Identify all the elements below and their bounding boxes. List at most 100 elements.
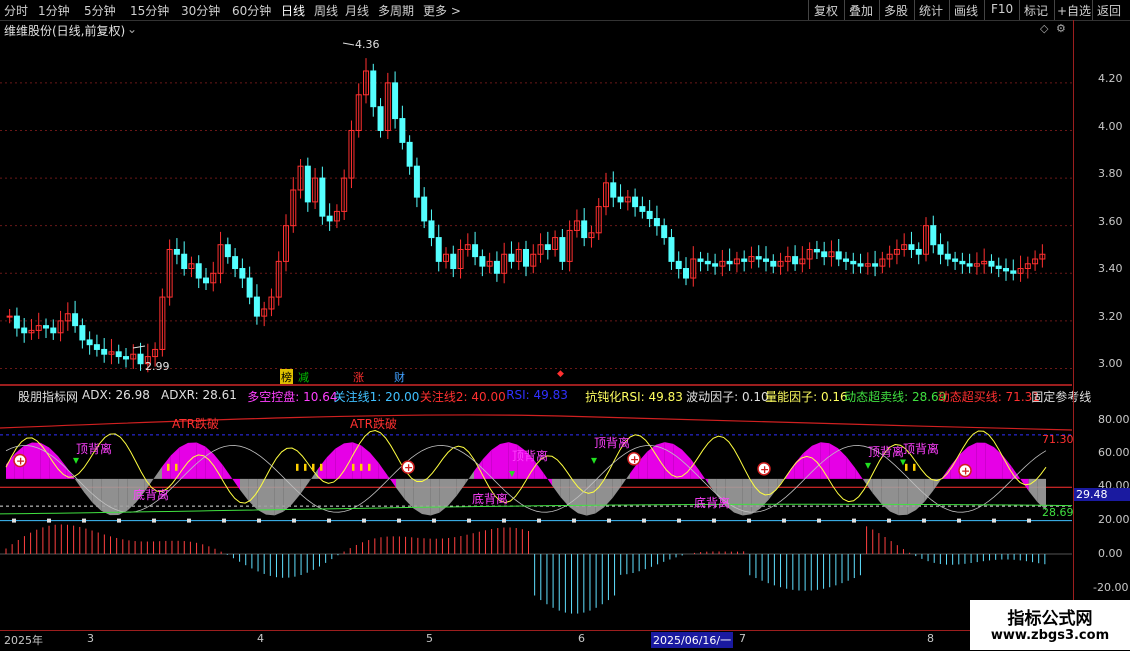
candle-body xyxy=(377,106,384,131)
signal-square xyxy=(187,518,191,523)
candle-body xyxy=(770,260,777,267)
candle-body xyxy=(908,244,915,250)
oscillation-area xyxy=(430,478,440,516)
candle-body xyxy=(915,248,922,255)
multi-stock-button[interactable]: 多股 xyxy=(884,2,908,19)
candle-body xyxy=(181,253,188,270)
candle-body xyxy=(428,220,435,239)
oscillation-area xyxy=(552,478,561,498)
signal-square xyxy=(572,518,576,523)
candle-body xyxy=(617,196,624,203)
bottom-divergence-label: 底背离 xyxy=(694,496,731,510)
oscillation-area xyxy=(283,478,292,512)
candle-body xyxy=(479,256,486,267)
candle-body xyxy=(326,215,333,222)
price-axis[interactable] xyxy=(1073,20,1130,630)
signal-square xyxy=(607,518,611,523)
low-pointer xyxy=(132,345,146,349)
candle-body xyxy=(86,339,93,346)
candle-body xyxy=(581,220,588,239)
ind-y-tick: 60.00 xyxy=(1098,446,1130,459)
oscillation-area xyxy=(812,442,821,479)
candle-body xyxy=(821,251,828,258)
oscillation-area xyxy=(240,478,249,502)
f10-button[interactable]: F10 xyxy=(991,2,1013,16)
tab-more[interactable]: 更多 > xyxy=(423,2,461,19)
current-value-badge: 29.48 xyxy=(1074,488,1130,501)
tab-15min[interactable]: 15分钟 xyxy=(130,2,169,19)
tab-1min[interactable]: 1分钟 xyxy=(38,2,70,19)
low-price-label: 2.99 xyxy=(145,360,170,373)
stats-button[interactable]: 统计 xyxy=(919,2,943,19)
candlestick-chart[interactable] xyxy=(0,20,1072,384)
oscillation-area xyxy=(543,472,552,486)
oscillation-area xyxy=(673,443,682,479)
diamond-icon[interactable]: ◇ xyxy=(1040,22,1048,35)
oscillation-area xyxy=(118,478,128,515)
draw-line-button[interactable]: 画线 xyxy=(954,2,978,19)
tab-5min[interactable]: 5分钟 xyxy=(84,2,116,19)
y-tick: 4.20 xyxy=(1098,72,1123,85)
oscillation-area xyxy=(231,477,240,490)
back-button[interactable]: 返回 xyxy=(1097,2,1121,19)
candle-body xyxy=(639,206,646,212)
oscillation-area xyxy=(595,478,604,514)
candle-body xyxy=(653,218,660,227)
candle-body xyxy=(195,263,202,279)
watermark-logo: 指标公式网 www.zbgs3.com xyxy=(970,600,1130,650)
tab-30min[interactable]: 30分钟 xyxy=(181,2,220,19)
plus-glyph: + xyxy=(961,465,970,478)
candle-body xyxy=(646,210,653,220)
oscillation-area xyxy=(378,462,388,479)
mark-button[interactable]: 标记 xyxy=(1024,2,1048,19)
marker-zhang[interactable]: 涨 xyxy=(352,369,365,385)
price-chart-panel[interactable] xyxy=(0,20,1072,384)
tab-weekly[interactable]: 周线 xyxy=(314,2,338,19)
candle-body xyxy=(523,248,529,267)
candle-body xyxy=(21,327,28,334)
marker-diamond[interactable]: ◆ xyxy=(556,369,565,379)
tab-fenshi[interactable]: 分时 xyxy=(4,2,28,19)
oscillation-area xyxy=(664,442,674,479)
oscillation-area xyxy=(647,444,656,479)
tab-monthly[interactable]: 月线 xyxy=(345,2,369,19)
signal-square xyxy=(257,518,261,523)
tab-60min[interactable]: 60分钟 xyxy=(232,2,271,19)
tab-daily[interactable]: 日线 xyxy=(281,2,305,19)
date-axis[interactable] xyxy=(0,630,1072,651)
candle-body xyxy=(123,356,129,360)
indicator-chart[interactable]: + + + + + xyxy=(0,386,1073,630)
indicator-panel[interactable]: + + + + + xyxy=(0,386,1073,630)
marker-bang[interactable]: 榜 xyxy=(280,369,293,385)
fuquan-button[interactable]: 复权 xyxy=(814,2,838,19)
oscillation-area xyxy=(491,444,500,479)
marker-jian[interactable]: 减 xyxy=(297,369,310,385)
candle-body xyxy=(755,256,762,260)
signal-square xyxy=(747,518,751,523)
oscillation-area xyxy=(621,473,630,487)
overbought-value: 71.30 xyxy=(1042,433,1074,446)
signal-square xyxy=(1027,518,1031,523)
candle-body xyxy=(392,82,399,120)
oscillation-area xyxy=(560,478,570,507)
dropdown-chevron-icon[interactable]: ⌄ xyxy=(127,22,137,36)
signal-square xyxy=(537,518,541,523)
indicator-name[interactable]: 股朋指标网 xyxy=(18,388,78,405)
overlay-button[interactable]: 叠加 xyxy=(849,2,873,19)
candle-body xyxy=(559,237,566,262)
candle-body xyxy=(632,196,639,208)
top-divergence-label: 顶背离 xyxy=(594,436,631,450)
candle-body xyxy=(930,225,937,246)
oscillation-area xyxy=(292,478,301,505)
signal-square xyxy=(292,518,296,523)
top-divergence-label: 顶背离 xyxy=(512,449,549,463)
signal-square xyxy=(992,518,996,523)
signal-square xyxy=(467,518,471,523)
candle-body xyxy=(726,260,733,265)
watermark-title: 指标公式网 xyxy=(1007,609,1093,629)
candle-body xyxy=(763,258,769,262)
tab-multi-period[interactable]: 多周期 xyxy=(378,2,414,19)
add-watchlist-button[interactable]: +自选 xyxy=(1057,2,1091,19)
marker-cai[interactable]: 财 xyxy=(393,369,406,385)
settings-icon[interactable]: ⚙ xyxy=(1056,22,1066,35)
